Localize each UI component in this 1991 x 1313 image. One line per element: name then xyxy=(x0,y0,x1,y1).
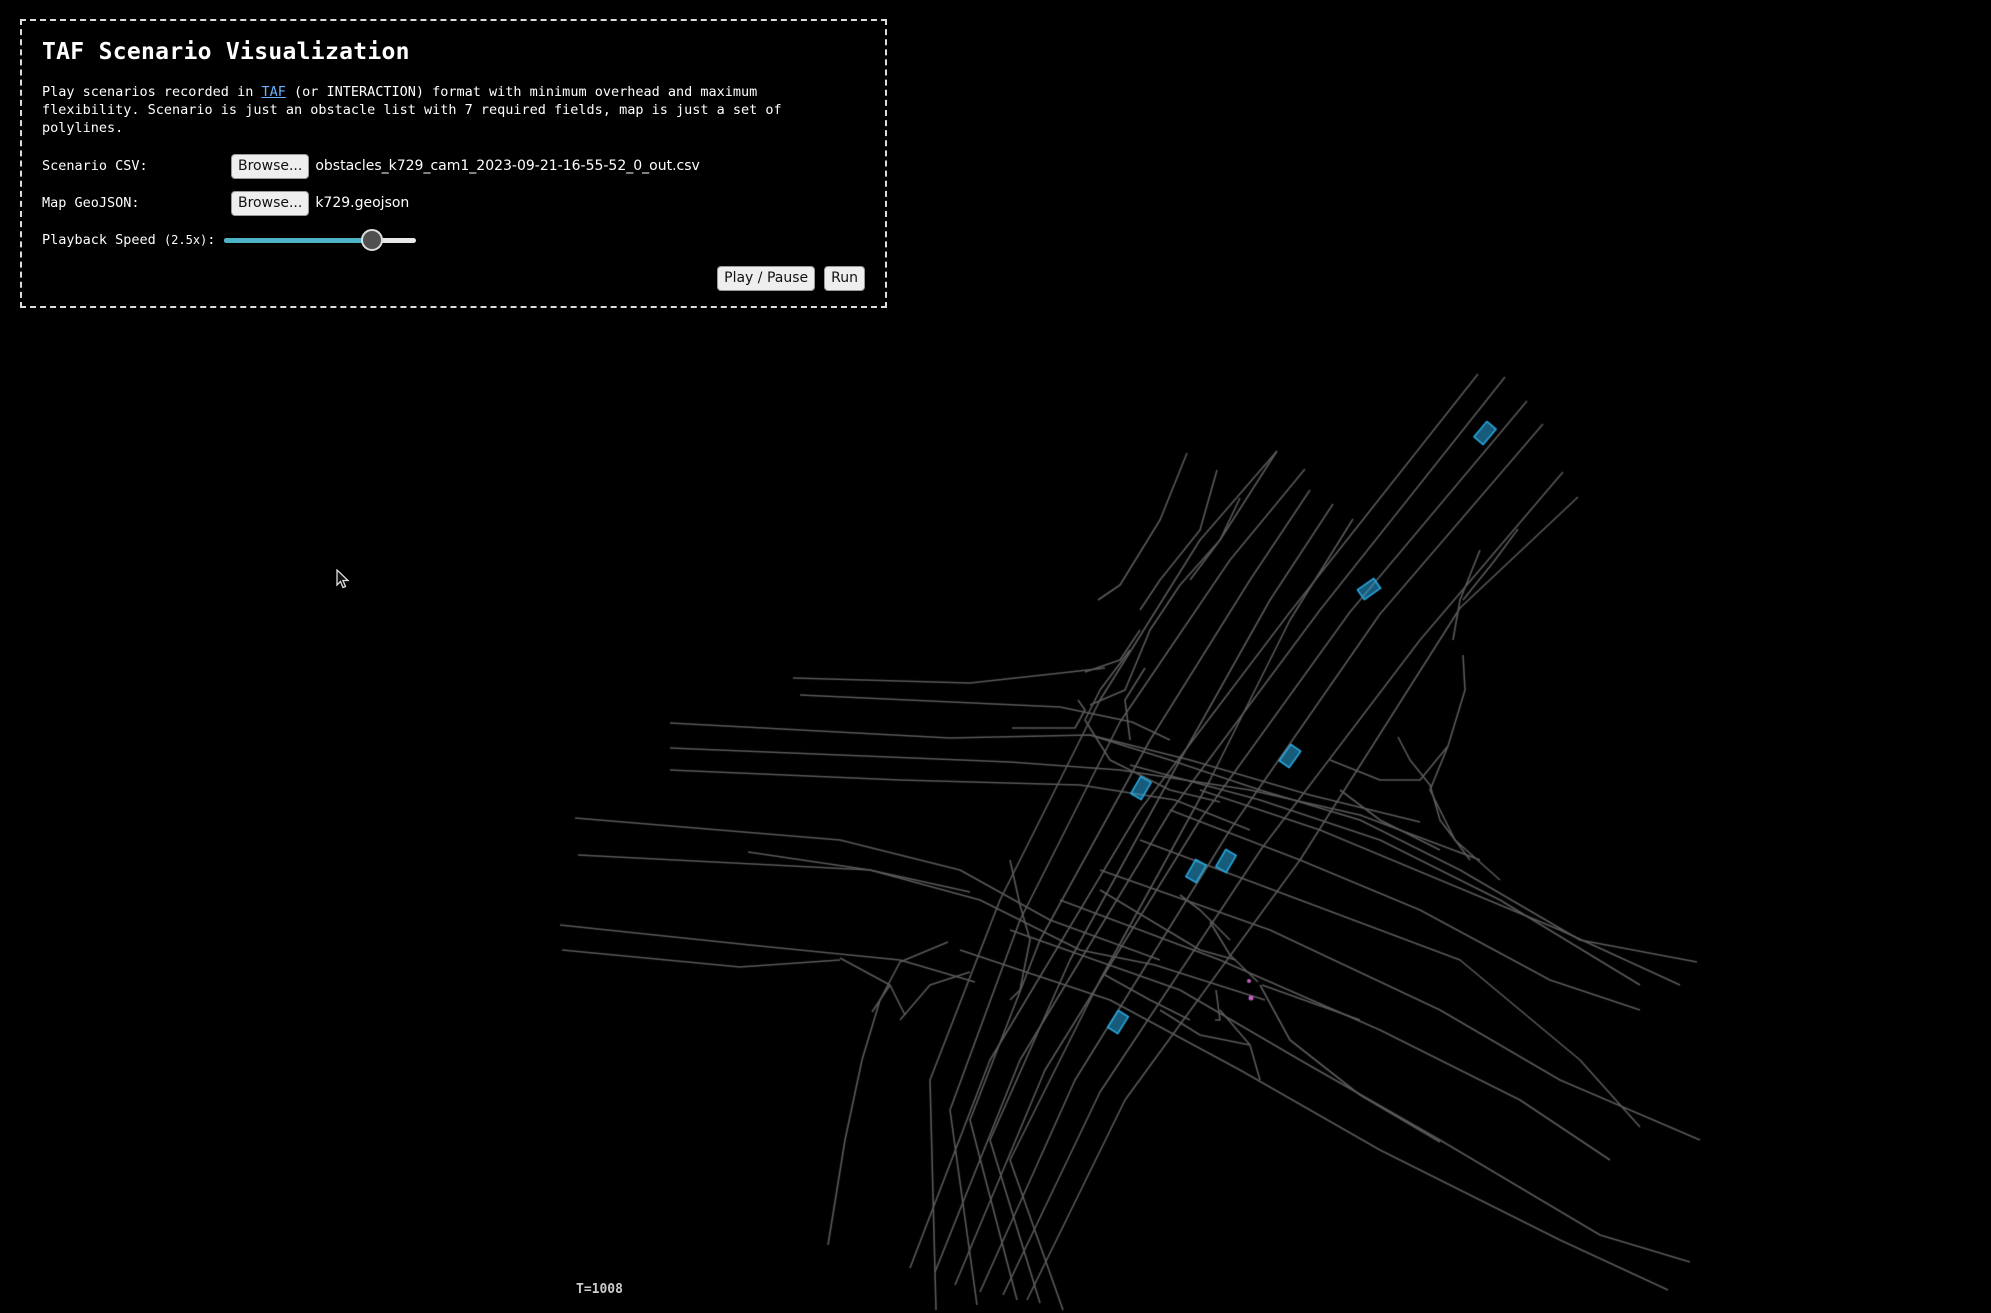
scenario-browse-button[interactable]: Browse... xyxy=(231,153,310,179)
description: Play scenarios recorded in TAF (or INTER… xyxy=(42,83,862,137)
description-text-before: Play scenarios recorded in xyxy=(42,84,262,100)
map-browse-button[interactable]: Browse... xyxy=(231,190,310,216)
playback-speed-slider[interactable] xyxy=(224,228,417,252)
slider-thumb[interactable] xyxy=(361,229,384,251)
play-pause-button[interactable]: Play / Pause xyxy=(717,266,816,291)
page-title: TAF Scenario Visualization xyxy=(42,39,410,65)
speed-label-suffix: : xyxy=(207,232,216,248)
map-label: Map GeoJSON: xyxy=(42,195,140,211)
speed-value: (2.5x) xyxy=(163,233,208,247)
map-row: Map GeoJSON: Browse... k729.geojson xyxy=(42,190,865,216)
slider-fill xyxy=(224,238,373,243)
run-button[interactable]: Run xyxy=(824,266,865,291)
map-file-name: k729.geojson xyxy=(315,195,410,211)
speed-label-text: Playback Speed xyxy=(42,232,156,248)
scenario-row: Scenario CSV: Browse... obstacles_k729_c… xyxy=(42,153,865,179)
action-buttons: Play / Pause Run xyxy=(717,266,865,291)
scenario-file-name: obstacles_k729_cam1_2023-09-21-16-55-52_… xyxy=(315,158,700,174)
control-panel: TAF Scenario Visualization Play scenario… xyxy=(20,19,887,308)
mouse-cursor-icon xyxy=(336,569,350,589)
speed-label: Playback Speed (2.5x): xyxy=(42,232,215,248)
speed-row: Playback Speed (2.5x): xyxy=(42,227,865,253)
time-readout: T=1008 xyxy=(576,1282,623,1297)
taf-link[interactable]: TAF xyxy=(261,84,285,100)
scenario-label: Scenario CSV: xyxy=(42,158,148,174)
